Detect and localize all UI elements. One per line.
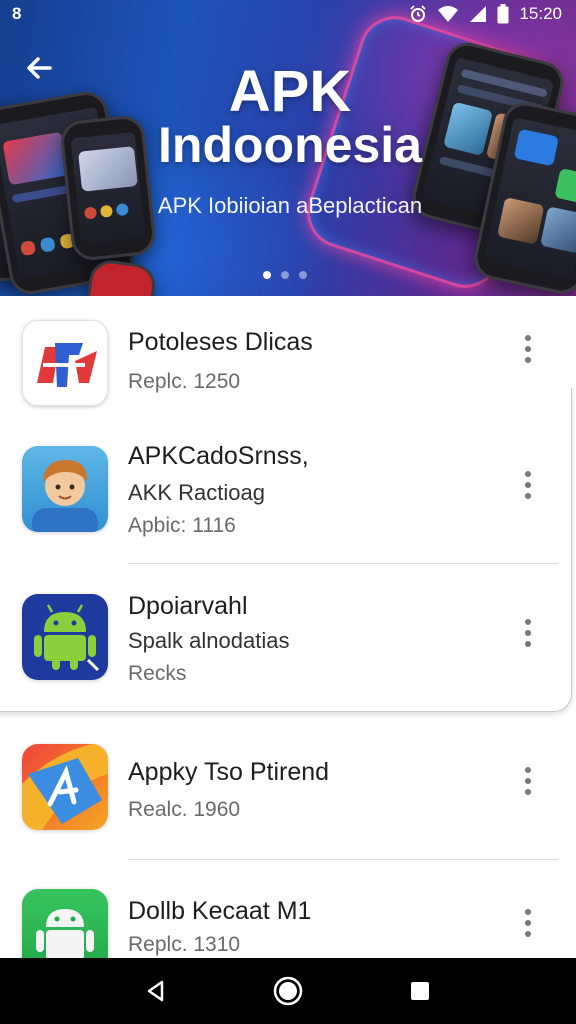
android-robot-icon: [34, 604, 100, 672]
hero-banner[interactable]: APK Indoonesia APK Iobiioian aBeplactica…: [0, 0, 576, 296]
app-subtitle: Spalk alnodatias: [128, 628, 290, 653]
battery-icon: [497, 4, 509, 24]
list-item[interactable]: Dollb Kecaat M1 Replc. 1310: [0, 861, 576, 975]
list-item[interactable]: Appky Tso Ptirend Realc. 1960: [0, 716, 576, 861]
app-meta: Replc. 1250: [128, 370, 241, 393]
cartoon-boy-icon: [32, 460, 98, 532]
app-title: APKCadoSrnss,: [128, 442, 309, 470]
more-options-button[interactable]: [516, 764, 540, 798]
system-nav-bar: [0, 958, 576, 1024]
wifi-icon: [438, 6, 459, 22]
app-meta: Replc. 1310: [128, 933, 241, 956]
app-meta: Recks: [128, 662, 187, 685]
app-meta: Realc. 1960: [128, 798, 241, 821]
more-options-button[interactable]: [516, 332, 540, 366]
banner-subtitle: APK Iobiioian aBeplactican: [157, 193, 423, 218]
nav-home-button[interactable]: [268, 971, 308, 1011]
app-icon-4[interactable]: [22, 744, 108, 830]
red-blue-logo-icon: [37, 343, 97, 387]
list-item[interactable]: APKCadoSrnss, AKK Ractioag Apbic: 1116: [0, 426, 576, 566]
status-bar: 8 15:20: [0, 0, 576, 28]
back-triangle-icon: [147, 980, 164, 1002]
app-title: Dollb Kecaat M1: [128, 897, 312, 925]
carousel-dot-3[interactable]: [299, 271, 307, 279]
home-circle-icon: [273, 976, 303, 1006]
app-subtitle: AKK Ractioag: [128, 480, 265, 505]
arrow-left-icon: [27, 57, 52, 79]
status-notification-icon: 8: [12, 4, 22, 23]
signal-icon: [470, 6, 487, 22]
carousel-dot-1[interactable]: [263, 271, 271, 279]
app-title: Potoleses Dlicas: [128, 328, 313, 356]
carousel-indicator: [263, 271, 307, 279]
app-title: Dpoiarvahl: [128, 592, 248, 620]
app-icon-2[interactable]: [22, 446, 108, 532]
status-time: 15:20: [519, 4, 562, 23]
carousel-dot-2[interactable]: [281, 271, 289, 279]
list-divider: [128, 859, 558, 860]
app-icon-1[interactable]: [22, 320, 108, 406]
more-options-button[interactable]: [516, 906, 540, 940]
list-item[interactable]: Dpoiarvahl Spalk alnodatias Recks: [0, 566, 576, 706]
orange-blue-logo-icon: [22, 744, 108, 830]
recents-square-icon: [411, 982, 429, 1000]
more-options-button[interactable]: [516, 468, 540, 502]
banner-title-line2: Indoonesia: [158, 117, 422, 173]
list-divider: [128, 563, 558, 564]
nav-recents-button[interactable]: [400, 971, 440, 1011]
back-arrow-button[interactable]: [22, 50, 58, 86]
nav-back-button[interactable]: [136, 971, 176, 1011]
app-title: Appky Tso Ptirend: [128, 758, 330, 786]
app-meta: Apbic: 1116: [128, 514, 236, 537]
app-icon-3[interactable]: [22, 594, 108, 680]
more-options-button[interactable]: [516, 616, 540, 650]
alarm-icon: [410, 5, 427, 22]
banner-title-line1: APK: [228, 59, 352, 124]
list-item[interactable]: Potoleses Dlicas Replc. 1250: [0, 296, 576, 426]
